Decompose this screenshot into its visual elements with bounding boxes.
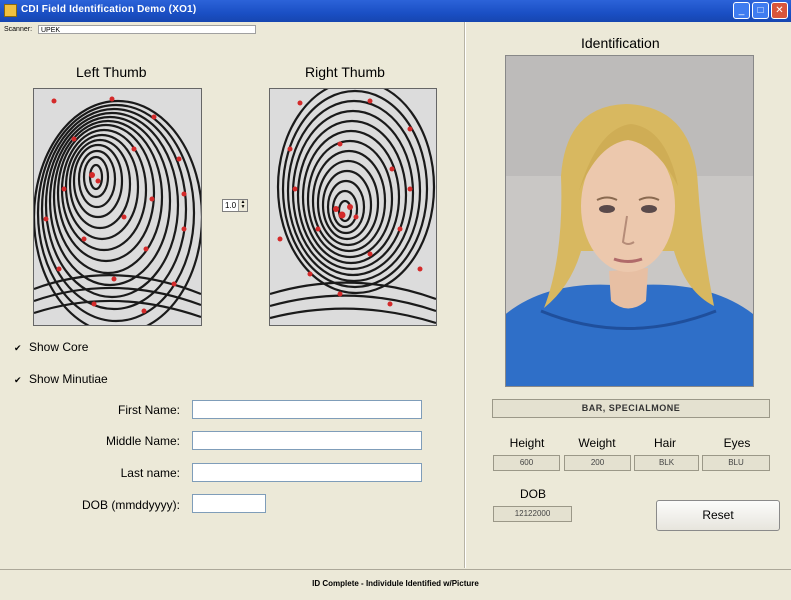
eyes-header: Eyes [723,436,751,450]
app-icon [4,4,17,17]
right-thumb-fingerprint [269,88,437,326]
close-button[interactable]: ✕ [771,2,788,19]
first-name-input[interactable] [192,400,422,419]
hair-value: BLK [634,455,699,471]
dob-label: DOB (mmddyyyy): [81,498,180,512]
weight-value: 200 [564,455,631,471]
last-name-label: Last name: [120,466,180,480]
window-title-bar: CDI Field Identification Demo (XO1) _ □ … [0,0,791,22]
show-minutiae-checkbox[interactable]: ✔ Show Minutiae [14,372,108,386]
weight-header: Weight [578,436,616,450]
first-name-label: First Name: [117,403,180,417]
show-core-checkbox[interactable]: ✔ Show Core [14,340,88,354]
checkmark-icon: ✔ [14,375,22,385]
status-bar: ID Complete - Individule Identified w/Pi… [0,569,791,600]
checkmark-icon: ✔ [14,343,22,353]
minimize-button[interactable]: _ [733,2,750,19]
suspect-photo [505,55,754,387]
show-minutiae-label: Show Minutiae [29,372,108,386]
reset-button[interactable]: Reset [656,500,780,531]
middle-name-label: Middle Name: [105,434,180,448]
identification-heading: Identification [581,35,660,51]
threshold-value: 1.0 [225,201,237,210]
identified-name-field: BAR, SPECIALMONE [492,399,770,418]
dob-header: DOB [519,487,546,501]
window-title: CDI Field Identification Demo (XO1) [21,4,197,15]
dob-input[interactable] [192,494,266,513]
right-thumb-label: Right Thumb [305,64,385,80]
eyes-value: BLU [702,455,770,471]
left-thumb-fingerprint [33,88,202,326]
height-header: Height [509,436,545,450]
left-thumb-label: Left Thumb [76,64,147,80]
spinner-arrows-icon[interactable]: ▲ ▼ [238,200,247,211]
maximize-button[interactable]: □ [752,2,769,19]
panel-divider [464,22,466,568]
last-name-input[interactable] [192,463,422,482]
status-text: ID Complete - Individule Identified w/Pi… [312,579,479,588]
middle-name-input[interactable] [192,431,422,450]
show-core-label: Show Core [29,340,89,354]
height-value: 600 [493,455,560,471]
scanner-label: Scanner: [4,26,33,33]
scanner-field[interactable]: UPEK [38,25,256,34]
threshold-spinner[interactable]: 1.0 ▲ ▼ [222,199,248,212]
hair-header: Hair [653,436,676,450]
dob-value: 12122000 [493,506,572,522]
